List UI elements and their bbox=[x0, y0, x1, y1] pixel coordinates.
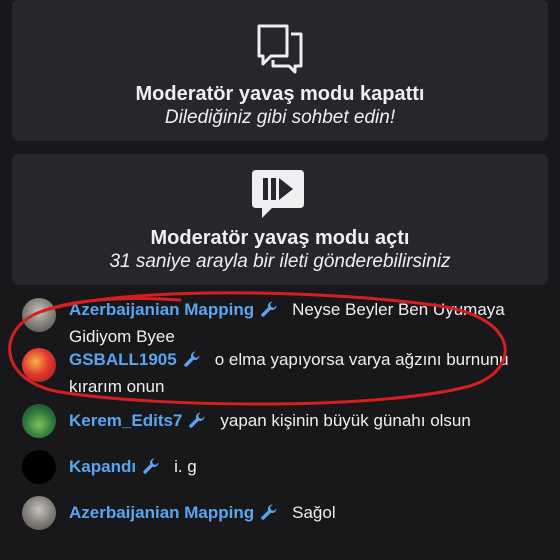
username[interactable]: GSBALL1905 bbox=[69, 350, 177, 369]
moderator-wrench-icon bbox=[260, 503, 278, 528]
message-text: Sağol bbox=[292, 503, 336, 522]
slow-mode-off-notice: Moderatör yavaş modu kapattı Dilediğiniz… bbox=[12, 0, 548, 141]
chat-bubbles-icon bbox=[255, 22, 305, 79]
message-text: yapan kişinin büyük günahı olsun bbox=[220, 411, 471, 430]
chat-message[interactable]: Azerbaijanian Mapping Sağol bbox=[22, 496, 542, 530]
chat-message[interactable]: Kerem_Edits7 yapan kişinin büyük günahı o… bbox=[22, 404, 542, 438]
username[interactable]: Azerbaijanian Mapping bbox=[69, 300, 254, 319]
avatar[interactable] bbox=[22, 404, 56, 438]
slow-mode-icon bbox=[250, 168, 306, 225]
chat-message[interactable]: Azerbaijanian Mapping Neyse Beyler Ben Uy… bbox=[22, 298, 542, 354]
moderator-wrench-icon bbox=[188, 411, 206, 436]
notice-subtitle: Dilediğiniz gibi sohbet edin! bbox=[164, 107, 396, 128]
moderator-wrench-icon bbox=[260, 300, 278, 325]
avatar[interactable] bbox=[22, 348, 56, 382]
notice-subtitle: 31 saniye arayla bir ileti gönderebilirs… bbox=[109, 251, 451, 272]
chat-message[interactable]: Kapandı i. g bbox=[22, 450, 542, 484]
moderator-wrench-icon bbox=[142, 457, 160, 482]
notice-title: Moderatör yavaş modu kapattı bbox=[135, 83, 425, 105]
avatar[interactable] bbox=[22, 450, 56, 484]
avatar[interactable] bbox=[22, 298, 56, 332]
message-text: i. g bbox=[174, 457, 197, 476]
username[interactable]: Azerbaijanian Mapping bbox=[69, 503, 254, 522]
chat-message[interactable]: GSBALL1905 o elma yapıyorsa varya ağzını … bbox=[22, 348, 542, 404]
moderator-wrench-icon bbox=[183, 350, 201, 375]
username[interactable]: Kapandı bbox=[69, 457, 136, 476]
avatar[interactable] bbox=[22, 496, 56, 530]
notice-title: Moderatör yavaş modu açtı bbox=[150, 227, 410, 249]
username[interactable]: Kerem_Edits7 bbox=[69, 411, 182, 430]
slow-mode-on-notice: Moderatör yavaş modu açtı 31 saniye aray… bbox=[12, 154, 548, 285]
